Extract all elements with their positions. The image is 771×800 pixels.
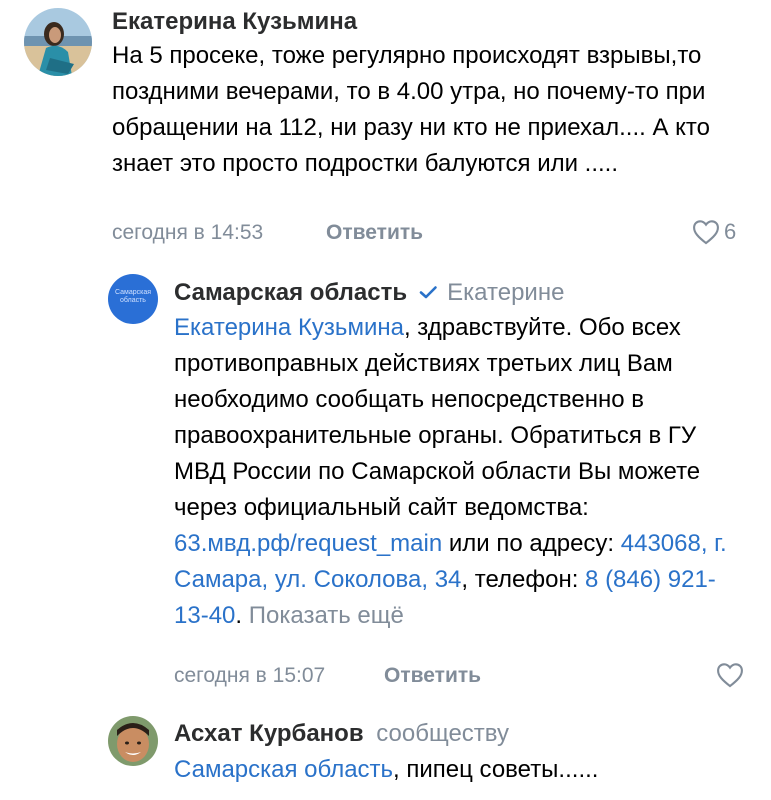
comment-author: Асхат Курбанов сообществу	[174, 720, 509, 748]
heart-icon	[717, 663, 743, 688]
like-button[interactable]: 6	[692, 219, 736, 245]
text-part: .	[235, 602, 249, 629]
text-part: или по адресу:	[442, 530, 621, 557]
mention-link[interactable]: Екатерина Кузьмина	[174, 314, 404, 341]
show-more-link[interactable]: Показать ещё	[249, 602, 404, 629]
author-name[interactable]: Самарская область	[174, 279, 407, 306]
reply-to[interactable]: Екатерине	[447, 279, 564, 306]
avatar-photo	[108, 716, 158, 766]
comment-text: Екатерина Кузьмина, здравствуйте. Обо вс…	[174, 310, 749, 634]
avatar-ekaterina[interactable]	[24, 8, 92, 76]
verified-icon	[419, 285, 437, 298]
site-link[interactable]: 63.мвд.рф/request_main	[174, 530, 442, 557]
comment-time: сегодня в 14:53	[112, 221, 264, 244]
avatar-samara-region[interactable]: Самарская область	[108, 274, 158, 324]
comment-time: сегодня в 15:07	[174, 664, 326, 687]
avatar-label: Самарская область	[114, 289, 152, 304]
text-part: , здравствуйте. Обо всех противоправных …	[174, 314, 701, 521]
reply-to[interactable]: сообществу	[376, 720, 509, 747]
avatar-photo	[24, 8, 92, 76]
reply-button[interactable]: Ответить	[384, 664, 481, 688]
reply-button[interactable]: Ответить	[326, 221, 423, 245]
like-count: 6	[724, 219, 737, 244]
avatar-askhat[interactable]	[108, 716, 158, 766]
mention-link[interactable]: Самарская область	[174, 756, 393, 783]
comment-text: Самарская область, пипец советы......	[174, 752, 749, 788]
comment-author: Самарская область Екатерине	[174, 279, 564, 307]
comment-author[interactable]: Екатерина Кузьмина	[112, 8, 357, 36]
heart-icon	[693, 220, 719, 245]
author-name[interactable]: Асхат Курбанов	[174, 720, 364, 747]
like-button[interactable]	[716, 662, 744, 688]
text-part: , пипец советы......	[393, 756, 599, 783]
comment-text: На 5 просеке, тоже регулярно происходят …	[112, 42, 710, 177]
text-part: , телефон:	[461, 566, 586, 593]
